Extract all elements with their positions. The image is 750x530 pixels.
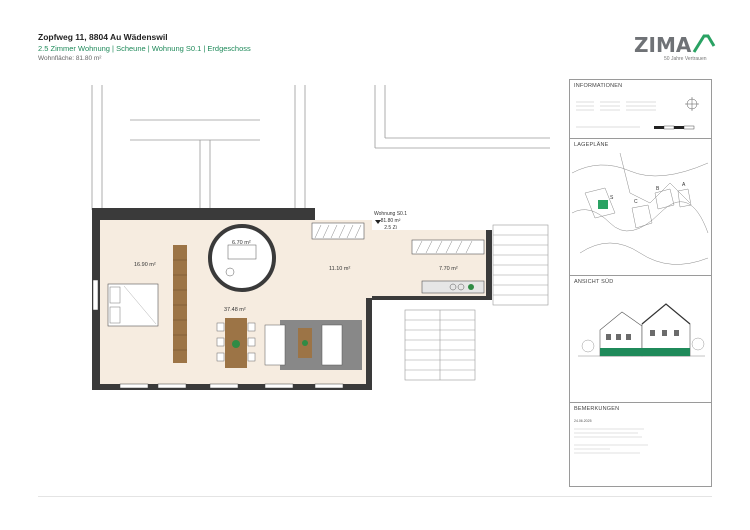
site-highlight xyxy=(598,200,608,209)
unit-line: 2.5 Zimmer Wohnung | Scheune | Wohnung S… xyxy=(38,44,251,53)
pillow xyxy=(109,306,121,324)
info-panel: INFORMATIONEN LAGEPLÄNE S A B C ANSICHT … xyxy=(569,79,712,487)
logo-tagline: 50 Jahre Vertrauen xyxy=(664,56,707,62)
site-label: S xyxy=(610,195,614,201)
cabinet-kitchen-top xyxy=(411,239,485,255)
kitchen-counter xyxy=(421,280,485,294)
info-section: INFORMATIONEN xyxy=(570,80,711,138)
zima-logo: ZIMA 50 Jahre Vertrauen xyxy=(634,33,716,64)
site-map-lines xyxy=(571,153,709,265)
area-line: Wohnfläche: 81.80 m² xyxy=(38,55,102,62)
address-line: Zopfweg 11, 8804 Au Wädenswil xyxy=(38,32,168,42)
logo-brand-text: ZIMA xyxy=(634,34,692,56)
ground-floor-highlight xyxy=(600,348,690,356)
site-label: B xyxy=(656,186,660,192)
document-header: Zopfweg 11, 8804 Au Wädenswil 2.5 Zimmer… xyxy=(38,32,251,62)
text-lines xyxy=(574,428,648,454)
footer-line xyxy=(38,496,712,497)
ansicht-section: ANSICHT SÜD xyxy=(570,275,711,403)
wall-east xyxy=(486,230,492,300)
lageplan-section: LAGEPLÄNE S A B C xyxy=(570,138,711,276)
wooden-shelf xyxy=(173,245,187,363)
room-area-label: 6.70 m² xyxy=(232,240,251,246)
wardrobe-top xyxy=(311,222,365,240)
bemerkungen-title: BEMERKUNGEN xyxy=(574,406,620,412)
wall-south-east xyxy=(366,298,372,388)
ansicht-title: ANSICHT SÜD xyxy=(574,279,614,285)
legend-graphic xyxy=(576,97,699,130)
room-area-label: 16.90 m² xyxy=(134,262,156,268)
site-map: S A B C xyxy=(571,153,709,265)
staircase-lower xyxy=(404,309,476,381)
south-elevation xyxy=(578,303,705,357)
unit-tag: Wohnung S0.1 81.80 m² 2.5 Zi xyxy=(374,211,407,232)
floor-plan xyxy=(91,85,550,390)
bemerkungen-text-lines xyxy=(574,428,648,454)
zima-logo-mark: ZIMA xyxy=(634,33,716,57)
room-area-label: 11.10 m² xyxy=(329,266,351,272)
bemerkungen-date: 24.06.2025 xyxy=(574,419,592,423)
tree-icon xyxy=(691,337,705,351)
unit-tag-rooms: 2.5 Zi xyxy=(384,225,397,231)
room-area-label: 7.70 m² xyxy=(439,266,458,272)
tree-icon xyxy=(581,339,595,353)
logo-accent-icon xyxy=(692,34,716,53)
info-title: INFORMATIONEN xyxy=(574,83,623,89)
plant-icon xyxy=(468,284,474,290)
staircase-right xyxy=(492,224,549,306)
unit-tag-area: 81.80 m² xyxy=(380,218,401,224)
legend-lines xyxy=(576,101,656,111)
context-lines xyxy=(91,85,550,210)
bemerkungen-section: BEMERKUNGEN 24.06.2025 xyxy=(570,402,711,489)
room-area-label: 37.48 m² xyxy=(224,307,246,313)
wall-kitchen-south xyxy=(372,296,490,300)
coffee-plant-icon xyxy=(302,340,308,346)
rug xyxy=(280,320,362,370)
unit-tag-name: Wohnung S0.1 xyxy=(374,211,407,217)
lageplan-title: LAGEPLÄNE xyxy=(574,142,609,148)
pillow xyxy=(109,286,121,304)
north-arrow-icon xyxy=(685,97,699,111)
site-label: A xyxy=(682,182,686,188)
site-label: C xyxy=(634,199,638,205)
shower-tray xyxy=(227,244,257,260)
table-plant-icon xyxy=(232,340,240,348)
scale-bar xyxy=(654,125,695,130)
